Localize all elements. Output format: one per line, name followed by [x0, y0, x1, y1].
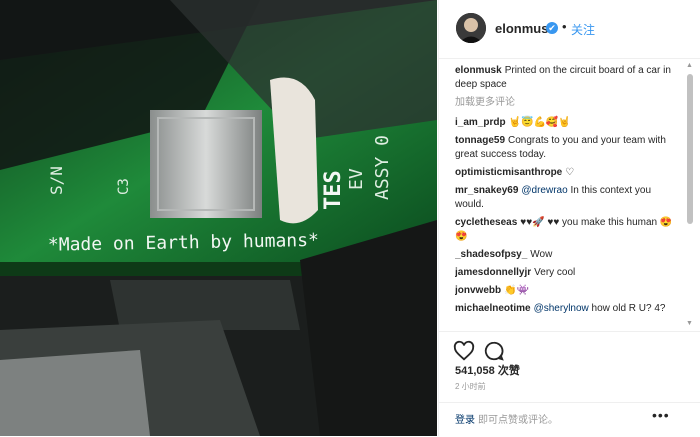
board-label-c3: C3 — [116, 178, 132, 195]
scroll-up-arrow-icon[interactable]: ▲ — [686, 62, 693, 70]
comment-item: cycletheseas ♥♥🚀 ♥♥ you make this human 😍… — [455, 216, 677, 244]
post-footer: 登录 即可点赞或评论。 ••• — [439, 402, 700, 437]
heart-icon[interactable] — [453, 340, 475, 362]
comment-username[interactable]: _shadesofpsy_ — [455, 249, 527, 260]
load-more-comments[interactable]: 加载更多评论 — [455, 96, 677, 110]
comment-username[interactable]: tonnage59 — [455, 135, 505, 146]
board-label-assy: ASSY 0 — [372, 135, 393, 200]
post-header: elonmusk ✔ • 关注 — [439, 0, 700, 59]
scroll-down-arrow-icon[interactable]: ▼ — [686, 320, 693, 328]
board-label-tes: TES — [321, 170, 346, 210]
post-timestamp[interactable]: 2 小时前 — [455, 381, 486, 392]
comments-scrollbar[interactable]: ▲ ▼ — [685, 62, 695, 330]
like-count[interactable]: 541,058 次赞 — [455, 362, 520, 378]
verified-icon: ✔ — [546, 22, 558, 34]
post-caption: elonmusk Printed on the circuit board of … — [455, 64, 677, 92]
login-link[interactable]: 登录 — [455, 411, 475, 426]
circuit-board-image: S/N C3 TES EV ASSY 0 *Made on Earth by h… — [0, 0, 437, 436]
scroll-thumb[interactable] — [687, 74, 693, 224]
comment-item: i_am_prdp 🤘😇💪🥰🤘 — [455, 116, 677, 130]
comment-mention[interactable]: @drewrao — [521, 185, 567, 196]
comment-text: Very cool — [534, 267, 576, 278]
post-photo[interactable]: S/N C3 TES EV ASSY 0 *Made on Earth by h… — [0, 0, 437, 436]
board-label-sn: S/N — [47, 166, 66, 195]
comment-text: ♡ — [565, 167, 575, 178]
comment-username[interactable]: mr_snakey69 — [455, 185, 518, 196]
comment-username[interactable]: optimisticmisanthrope — [455, 167, 562, 178]
comment-item: jamesdonnellyjr Very cool — [455, 266, 677, 280]
comment-icon[interactable] — [483, 340, 505, 362]
comment-username[interactable]: cycletheseas — [455, 217, 517, 228]
comment-item: optimisticmisanthrope ♡ — [455, 166, 677, 180]
post-sidebar: elonmusk ✔ • 关注 elonmusk Printed on the c… — [438, 0, 700, 436]
comment-username[interactable]: i_am_prdp — [455, 117, 506, 128]
comment-text: Wow — [530, 249, 553, 260]
header-separator: • — [562, 19, 567, 34]
comment-text: 👏👾 — [504, 285, 530, 296]
caption-username[interactable]: elonmusk — [455, 65, 502, 76]
comment-list: elonmusk Printed on the circuit board of … — [455, 64, 677, 329]
follow-button[interactable]: 关注 — [571, 21, 595, 38]
comment-text: 🤘😇💪🥰🤘 — [508, 117, 571, 128]
comment-username[interactable]: michaelneotime — [455, 303, 531, 314]
comment-item: mr_snakey69 @drewrao In this context you … — [455, 184, 677, 212]
comment-item: tonnage59 Congrats to you and your team w… — [455, 134, 677, 162]
avatar-image — [456, 13, 486, 43]
comment-text: how old R U? 4? — [588, 303, 666, 314]
more-options-icon[interactable]: ••• — [652, 407, 670, 423]
comment-mention[interactable]: @sherylnow — [534, 303, 589, 314]
comment-item: michaelneotime @sherylnow how old R U? 4? — [455, 302, 677, 316]
login-prompt-text: 即可点赞或评论。 — [478, 415, 558, 426]
avatar[interactable] — [456, 13, 486, 43]
comment-username[interactable]: jonvwebb — [455, 285, 501, 296]
board-label-ev: EV — [346, 168, 367, 190]
comment-item: _shadesofpsy_ Wow — [455, 248, 677, 262]
comment-username[interactable]: jamesdonnellyjr — [455, 267, 531, 278]
comment-item: jonvwebb 👏👾 — [455, 284, 677, 298]
